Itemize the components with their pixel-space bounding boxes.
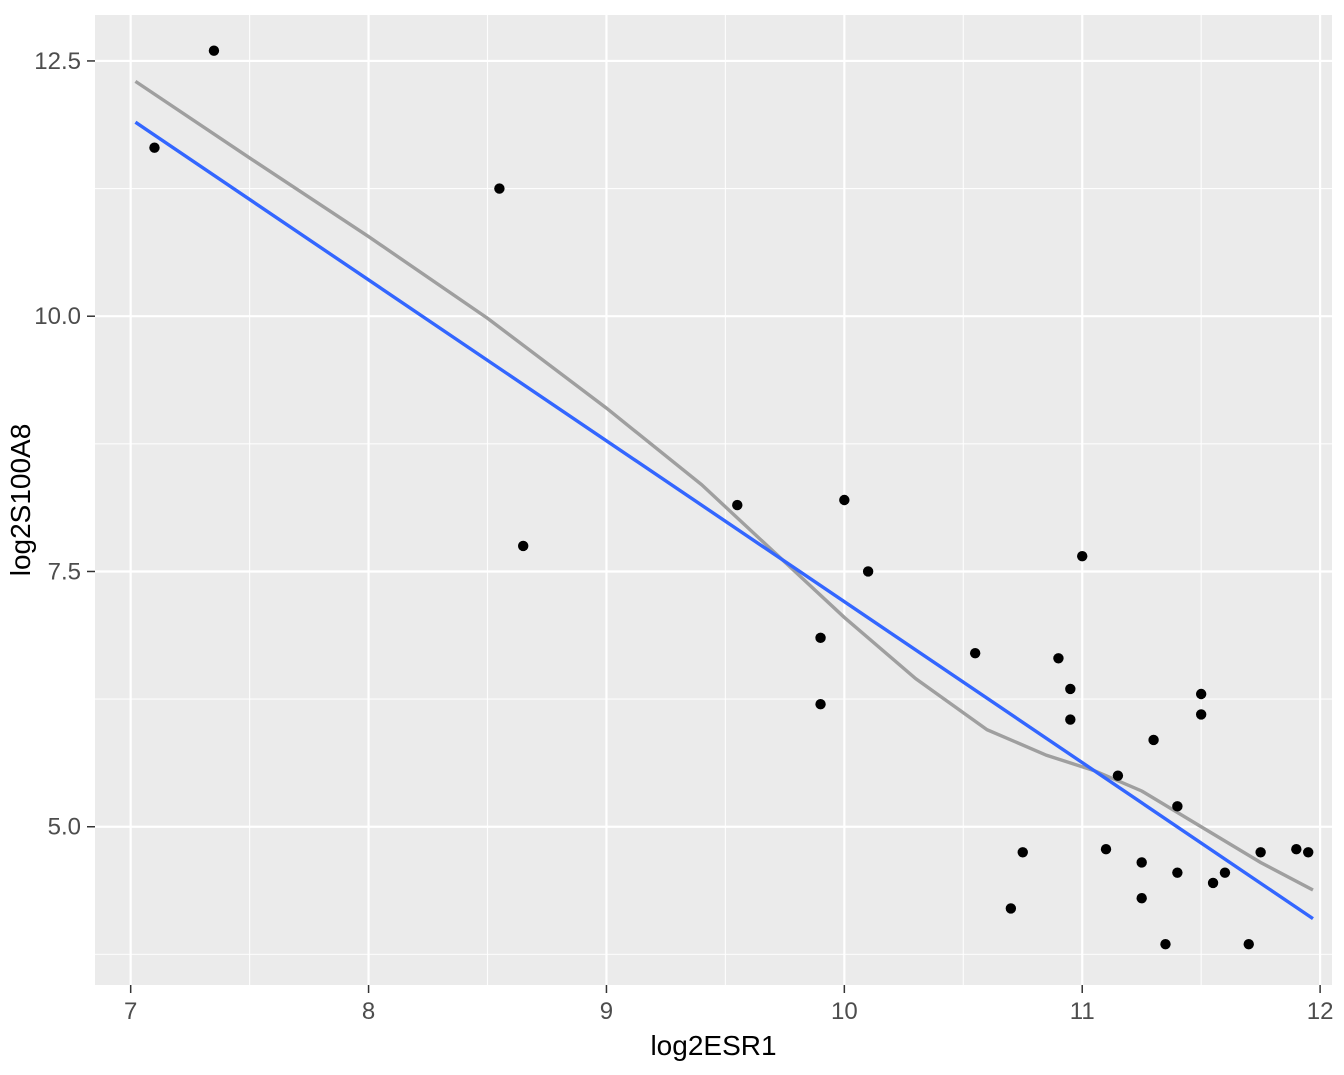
- data-point: [732, 500, 742, 510]
- data-point: [1244, 939, 1254, 949]
- y-axis-title: log2S100A8: [5, 424, 36, 577]
- data-point: [1053, 653, 1063, 663]
- data-point: [1255, 847, 1265, 857]
- data-point: [1077, 551, 1087, 561]
- x-axis: 7 8 9 10 11 12: [124, 985, 1333, 1025]
- x-tick-label: 9: [600, 998, 613, 1025]
- y-tick-label: 7.5: [48, 558, 81, 585]
- y-tick-label: 5.0: [48, 814, 81, 841]
- scatter-plot: 7 8 9 10 11 12 5.0 7.5 10.0 12.5 log2ESR1 log2S1…: [0, 0, 1344, 1075]
- data-point: [1065, 684, 1075, 694]
- plot-panel: [95, 15, 1332, 985]
- data-point: [1220, 867, 1230, 877]
- x-axis-title: log2ESR1: [650, 1030, 776, 1061]
- data-point: [970, 648, 980, 658]
- x-tick-label: 8: [362, 998, 375, 1025]
- data-point: [1291, 844, 1301, 854]
- chart-container: 7 8 9 10 11 12 5.0 7.5 10.0 12.5 log2ESR1 log2S1…: [0, 0, 1344, 1075]
- y-tick-label: 12.5: [34, 48, 81, 75]
- data-point: [1065, 714, 1075, 724]
- data-point: [494, 183, 504, 193]
- y-axis: 5.0 7.5 10.0 12.5: [34, 48, 95, 841]
- data-point: [1196, 709, 1206, 719]
- data-point: [1303, 847, 1313, 857]
- data-point: [815, 699, 825, 709]
- data-point: [209, 46, 219, 56]
- data-point: [518, 541, 528, 551]
- data-point: [1018, 847, 1028, 857]
- data-point: [1006, 903, 1016, 913]
- x-tick-label: 11: [1070, 998, 1095, 1025]
- data-point: [1101, 844, 1111, 854]
- data-point: [1113, 770, 1123, 780]
- data-point: [815, 633, 825, 643]
- data-point: [1136, 893, 1146, 903]
- y-tick-label: 10.0: [34, 303, 81, 330]
- data-point: [149, 143, 159, 153]
- data-point: [1208, 878, 1218, 888]
- data-point: [1136, 857, 1146, 867]
- data-point: [863, 566, 873, 576]
- x-tick-label: 7: [124, 998, 137, 1025]
- data-point: [1172, 801, 1182, 811]
- x-tick-label: 12: [1307, 998, 1334, 1025]
- data-point: [839, 495, 849, 505]
- data-point: [1196, 689, 1206, 699]
- data-point: [1172, 867, 1182, 877]
- x-tick-label: 10: [831, 998, 858, 1025]
- data-point: [1160, 939, 1170, 949]
- data-point: [1148, 735, 1158, 745]
